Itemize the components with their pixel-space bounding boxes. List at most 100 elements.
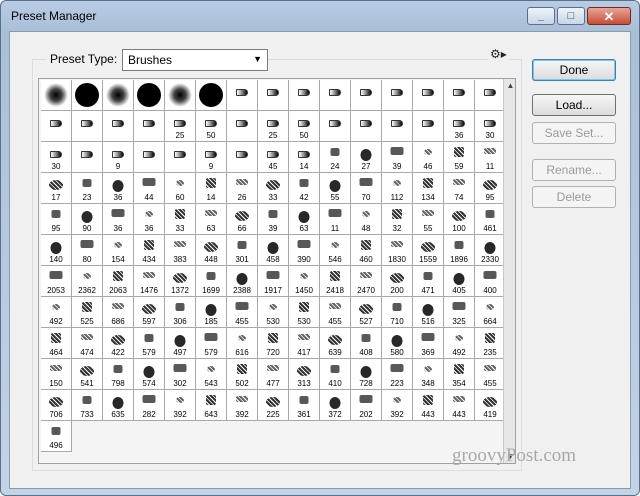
brush-preset-cell[interactable] xyxy=(134,142,165,173)
brush-preset-cell[interactable]: 1896 xyxy=(444,235,475,266)
brush-preset-cell[interactable]: 383 xyxy=(165,235,196,266)
brush-preset-cell[interactable]: 471 xyxy=(413,266,444,297)
brush-preset-cell[interactable]: 496 xyxy=(41,421,72,452)
brush-preset-cell[interactable]: 32 xyxy=(382,204,413,235)
brush-preset-cell[interactable]: 313 xyxy=(289,359,320,390)
brush-preset-cell[interactable]: 302 xyxy=(165,359,196,390)
title-bar[interactable]: Preset Manager _ □ ✕ xyxy=(1,1,639,31)
brush-preset-cell[interactable] xyxy=(258,80,289,111)
brush-preset-cell[interactable]: 2470 xyxy=(351,266,382,297)
brush-preset-cell[interactable]: 11 xyxy=(475,142,506,173)
minimize-button[interactable]: _ xyxy=(527,7,555,25)
brush-preset-cell[interactable]: 497 xyxy=(165,328,196,359)
brush-preset-cell[interactable]: 112 xyxy=(382,173,413,204)
brush-preset-cell[interactable]: 60 xyxy=(165,173,196,204)
brush-preset-cell[interactable]: 30 xyxy=(41,142,72,173)
brush-preset-cell[interactable]: 50 xyxy=(196,111,227,142)
brush-preset-cell[interactable]: 443 xyxy=(444,390,475,421)
brush-preset-cell[interactable] xyxy=(289,80,320,111)
brush-preset-cell[interactable]: 33 xyxy=(165,204,196,235)
brush-preset-cell[interactable]: 639 xyxy=(320,328,351,359)
brush-preset-cell[interactable]: 9 xyxy=(103,142,134,173)
brush-preset-cell[interactable]: 14 xyxy=(289,142,320,173)
brush-preset-cell[interactable]: 134 xyxy=(413,173,444,204)
brush-preset-cell[interactable]: 80 xyxy=(72,235,103,266)
brush-preset-cell[interactable]: 36 xyxy=(134,204,165,235)
brush-preset-cell[interactable]: 597 xyxy=(134,297,165,328)
brush-preset-cell[interactable] xyxy=(413,111,444,142)
brush-preset-cell[interactable] xyxy=(103,80,134,111)
brush-preset-cell[interactable] xyxy=(475,80,506,111)
brush-preset-cell[interactable]: 200 xyxy=(382,266,413,297)
brush-preset-cell[interactable]: 686 xyxy=(103,297,134,328)
brush-preset-cell[interactable]: 45 xyxy=(258,142,289,173)
brush-preset-cell[interactable]: 728 xyxy=(351,359,382,390)
brush-preset-cell[interactable]: 720 xyxy=(258,328,289,359)
brush-preset-cell[interactable]: 17 xyxy=(41,173,72,204)
brush-preset-cell[interactable]: 1830 xyxy=(382,235,413,266)
brush-preset-cell[interactable]: 390 xyxy=(289,235,320,266)
brush-preset-cell[interactable] xyxy=(165,80,196,111)
brush-preset-cell[interactable]: 443 xyxy=(413,390,444,421)
brush-preset-cell[interactable] xyxy=(72,111,103,142)
brush-preset-cell[interactable]: 1450 xyxy=(289,266,320,297)
brush-preset-cell[interactable] xyxy=(41,80,72,111)
brush-preset-cell[interactable]: 464 xyxy=(41,328,72,359)
brush-preset-cell[interactable] xyxy=(413,80,444,111)
brush-preset-cell[interactable]: 27 xyxy=(351,142,382,173)
brush-preset-list[interactable]: 25 50 25 50 36 30 30 9 9 45 14 24 27 39 46 59 11 17 23 36 44… xyxy=(38,78,516,464)
brush-preset-cell[interactable] xyxy=(444,80,475,111)
brush-preset-cell[interactable]: 9 xyxy=(196,142,227,173)
brush-preset-cell[interactable]: 408 xyxy=(351,328,382,359)
brush-preset-cell[interactable]: 1476 xyxy=(134,266,165,297)
brush-preset-cell[interactable]: 59 xyxy=(444,142,475,173)
brush-preset-cell[interactable]: 580 xyxy=(382,328,413,359)
brush-preset-cell[interactable]: 635 xyxy=(103,390,134,421)
vertical-scrollbar[interactable]: ▲ ▼ xyxy=(503,79,515,463)
brush-preset-cell[interactable]: 616 xyxy=(227,328,258,359)
brush-preset-cell[interactable]: 525 xyxy=(72,297,103,328)
brush-preset-cell[interactable]: 36 xyxy=(103,204,134,235)
brush-preset-cell[interactable]: 70 xyxy=(351,173,382,204)
brush-preset-cell[interactable]: 2063 xyxy=(103,266,134,297)
brush-preset-cell[interactable]: 39 xyxy=(258,204,289,235)
brush-preset-cell[interactable]: 50 xyxy=(289,111,320,142)
brush-preset-cell[interactable]: 25 xyxy=(165,111,196,142)
brush-preset-cell[interactable] xyxy=(165,142,196,173)
brush-preset-cell[interactable]: 455 xyxy=(475,359,506,390)
brush-preset-cell[interactable]: 36 xyxy=(103,173,134,204)
preset-type-dropdown[interactable]: Brushes ▼ xyxy=(122,49,268,71)
brush-preset-cell[interactable] xyxy=(320,80,351,111)
brush-preset-cell[interactable] xyxy=(41,111,72,142)
brush-preset-cell[interactable]: 579 xyxy=(196,328,227,359)
brush-preset-cell[interactable] xyxy=(134,80,165,111)
brush-preset-cell[interactable]: 44 xyxy=(134,173,165,204)
load-button[interactable]: Load... xyxy=(532,94,616,116)
brush-preset-cell[interactable]: 282 xyxy=(134,390,165,421)
brush-preset-cell[interactable]: 492 xyxy=(41,297,72,328)
brush-preset-cell[interactable]: 223 xyxy=(382,359,413,390)
brush-preset-cell[interactable]: 74 xyxy=(444,173,475,204)
brush-preset-cell[interactable]: 410 xyxy=(320,359,351,390)
brush-preset-cell[interactable]: 39 xyxy=(382,142,413,173)
brush-preset-cell[interactable] xyxy=(382,80,413,111)
brush-preset-cell[interactable] xyxy=(320,111,351,142)
brush-preset-cell[interactable]: 63 xyxy=(196,204,227,235)
rename-button[interactable]: Rename... xyxy=(532,159,616,181)
brush-preset-cell[interactable]: 369 xyxy=(413,328,444,359)
brush-preset-cell[interactable]: 90 xyxy=(72,204,103,235)
brush-preset-cell[interactable] xyxy=(351,111,382,142)
brush-preset-cell[interactable]: 2330 xyxy=(475,235,506,266)
brush-preset-cell[interactable]: 530 xyxy=(289,297,320,328)
brush-preset-cell[interactable]: 63 xyxy=(289,204,320,235)
brush-preset-cell[interactable]: 2388 xyxy=(227,266,258,297)
brush-preset-cell[interactable]: 24 xyxy=(320,142,351,173)
brush-preset-cell[interactable]: 643 xyxy=(196,390,227,421)
brush-preset-cell[interactable]: 455 xyxy=(227,297,258,328)
brush-preset-cell[interactable]: 372 xyxy=(320,390,351,421)
brush-preset-cell[interactable]: 225 xyxy=(258,390,289,421)
brush-preset-cell[interactable]: 541 xyxy=(72,359,103,390)
brush-preset-cell[interactable] xyxy=(196,80,227,111)
brush-preset-cell[interactable]: 2362 xyxy=(72,266,103,297)
brush-preset-cell[interactable]: 95 xyxy=(41,204,72,235)
